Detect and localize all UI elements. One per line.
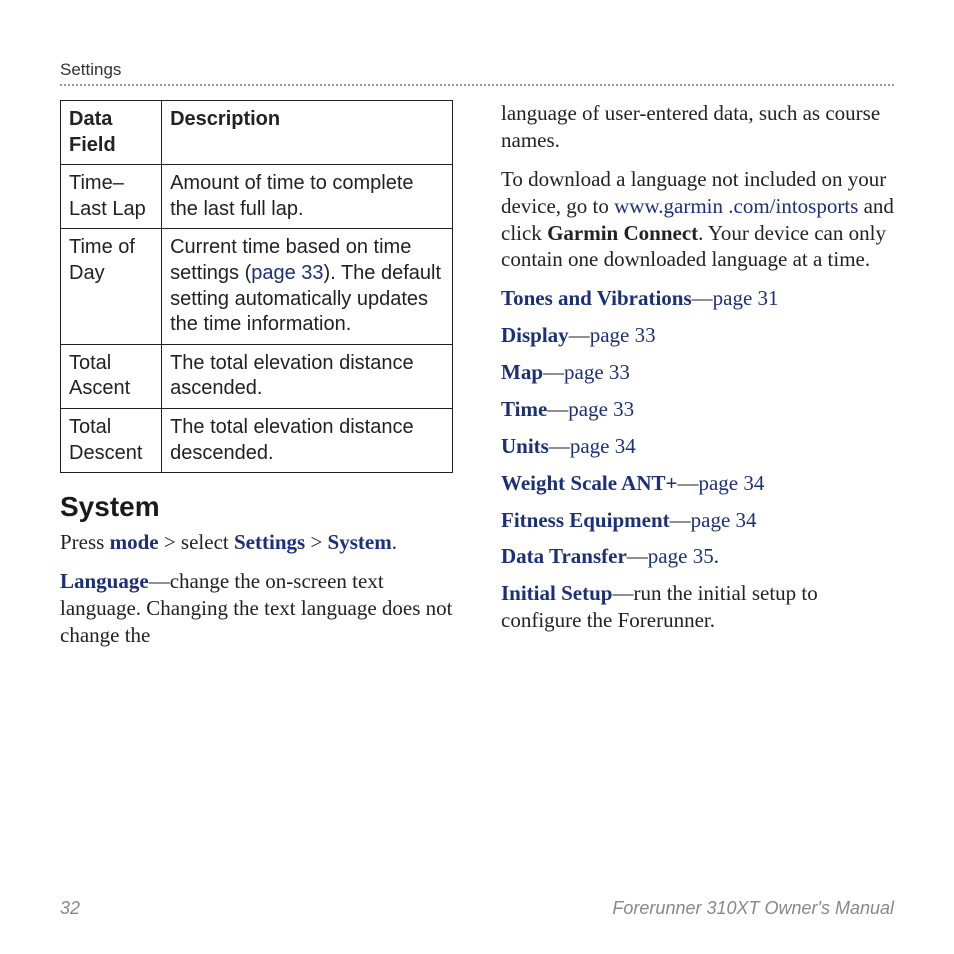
language-paragraph-1: Language—change the on-screen text langu… — [60, 568, 453, 649]
toc-weight: Weight Scale ANT+—page 34 — [501, 470, 894, 497]
mode-label: mode — [110, 530, 159, 554]
settings-label: Settings — [234, 530, 305, 554]
page-number: 32 — [60, 898, 80, 919]
table-cell-field: Total Ascent — [61, 344, 162, 408]
system-label: System — [328, 530, 392, 554]
manual-title: Forerunner 310XT Owner's Manual — [612, 898, 894, 919]
initial-setup-paragraph: Initial Setup—run the initial setup to c… — [501, 580, 894, 634]
table-cell-desc: The total elevation distance ascended. — [162, 344, 453, 408]
header-rule — [60, 84, 894, 86]
toc-time: Time—page 33 — [501, 396, 894, 423]
header-section-label: Settings — [60, 60, 894, 80]
table-cell-field: Time–Last Lap — [61, 165, 162, 229]
left-column: Data Field Description Time–Last Lap Amo… — [60, 100, 453, 660]
table-cell-field: Total Descent — [61, 408, 162, 472]
table-cell-desc: The total elevation distance descended. — [162, 408, 453, 472]
toc-map: Map—page 33 — [501, 359, 894, 386]
right-column: language of user-entered data, such as c… — [501, 100, 894, 660]
page-link[interactable]: page 33 — [568, 397, 634, 421]
page-link[interactable]: page 34 — [570, 434, 636, 458]
page-link[interactable]: page 34 — [698, 471, 764, 495]
table-row: Time of Day Current time based on time s… — [61, 229, 453, 344]
garmin-connect-label: Garmin Connect — [547, 221, 698, 245]
page-link[interactable]: page 35 — [648, 544, 714, 568]
toc-display: Display—page 33 — [501, 322, 894, 349]
system-heading: System — [60, 489, 453, 525]
table-row: Time–Last Lap Amount of time to complete… — [61, 165, 453, 229]
table-cell-desc: Current time based on time settings (pag… — [162, 229, 453, 344]
toc-data-transfer: Data Transfer—page 35. — [501, 543, 894, 570]
page-link[interactable]: page 33 — [590, 323, 656, 347]
initial-setup-label: Initial Setup — [501, 581, 612, 605]
language-label: Language — [60, 569, 149, 593]
download-paragraph: To download a language not included on y… — [501, 166, 894, 274]
page-footer: 32 Forerunner 310XT Owner's Manual — [60, 898, 894, 919]
table-cell-field: Time of Day — [61, 229, 162, 344]
toc-fitness: Fitness Equipment—page 34 — [501, 507, 894, 534]
table-cell-desc: Amount of time to complete the last full… — [162, 165, 453, 229]
language-paragraph-2: language of user-entered data, such as c… — [501, 100, 894, 154]
page-link[interactable]: page 31 — [713, 286, 779, 310]
page-link[interactable]: page 33 — [564, 360, 630, 384]
table-header-desc: Description — [162, 101, 453, 165]
toc-tones: Tones and Vibrations—page 31 — [501, 285, 894, 312]
garmin-url-link[interactable]: www.garmin .com/intosports — [614, 194, 858, 218]
system-breadcrumb: Press mode > select Settings > System. — [60, 529, 453, 556]
page-link[interactable]: page 34 — [691, 508, 757, 532]
data-field-table: Data Field Description Time–Last Lap Amo… — [60, 100, 453, 473]
table-row: Total Ascent The total elevation distanc… — [61, 344, 453, 408]
toc-units: Units—page 34 — [501, 433, 894, 460]
table-row: Total Descent The total elevation distan… — [61, 408, 453, 472]
page-link[interactable]: page 33 — [251, 262, 323, 284]
table-header-field: Data Field — [61, 101, 162, 165]
